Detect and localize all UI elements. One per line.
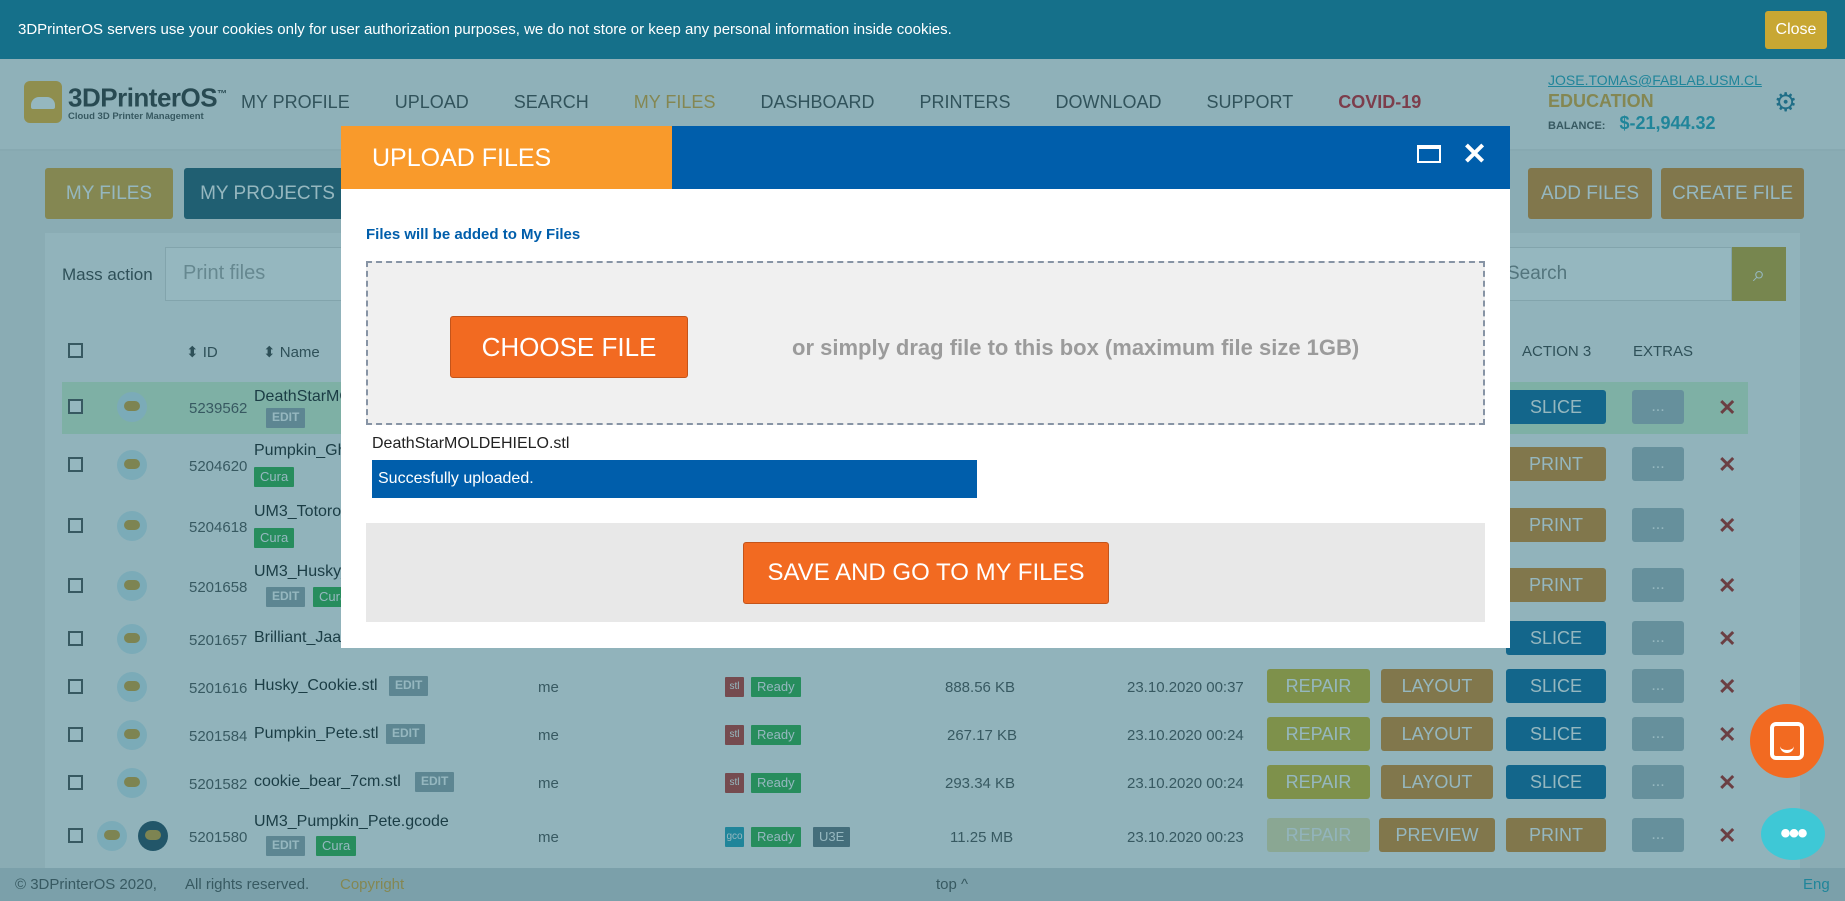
chat-bubble-icon[interactable]: ••• [1761, 808, 1825, 860]
drag-hint: or simply drag file to this box (maximum… [792, 335, 1360, 360]
upload-status: Succesfully uploaded. [378, 470, 534, 487]
upload-progress-bar: Succesfully uploaded. [372, 460, 977, 498]
maximize-icon[interactable] [1417, 145, 1441, 163]
intercom-chat-icon[interactable] [1750, 704, 1824, 778]
upload-destination-note: Files will be added to My Files [366, 226, 581, 243]
modal-header-bar [672, 126, 1510, 189]
upload-files-modal: UPLOAD FILES ✕ Files will be added to My… [341, 126, 1510, 648]
modal-title: UPLOAD FILES [341, 126, 672, 189]
cookie-banner: 3DPrinterOS servers use your cookies onl… [0, 0, 1845, 59]
cookie-text: 3DPrinterOS servers use your cookies onl… [18, 21, 952, 38]
uploaded-file-name: DeathStarMOLDEHIELO.stl [372, 435, 570, 452]
save-and-go-button[interactable]: SAVE AND GO TO MY FILES [743, 542, 1109, 604]
cookie-close-button[interactable]: Close [1765, 11, 1827, 49]
file-dropzone[interactable]: CHOOSE FILE or simply drag file to this … [366, 261, 1485, 425]
modal-footer: SAVE AND GO TO MY FILES [366, 523, 1485, 622]
close-icon[interactable]: ✕ [1462, 137, 1487, 172]
choose-file-button[interactable]: CHOOSE FILE [450, 316, 688, 378]
